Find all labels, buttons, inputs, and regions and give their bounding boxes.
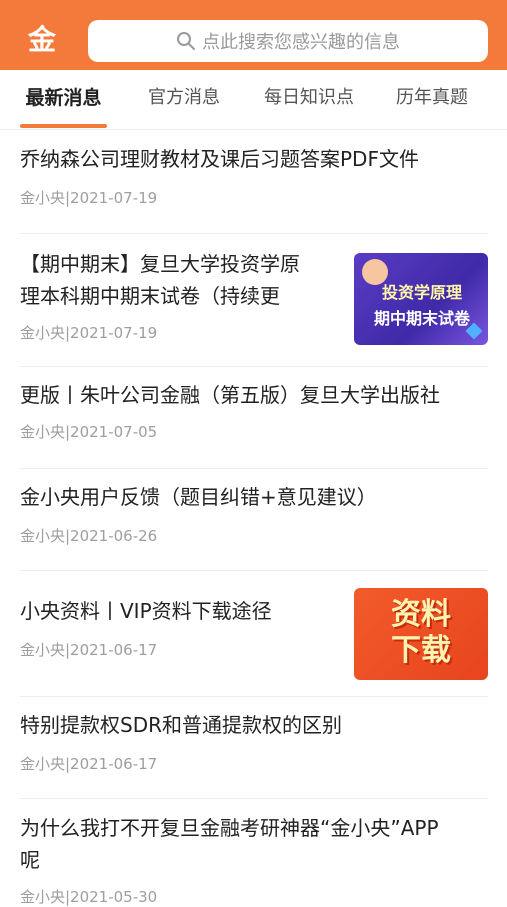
article-title: 更版丨朱叶公司金融（第五版）复旦大学出版社 [20, 383, 440, 407]
article-title: 乔纳森公司理财教材及课后习题答案PDF文件 [20, 147, 419, 171]
tab-official-news[interactable]: 官方消息 [140, 70, 228, 128]
search-icon [177, 32, 195, 50]
article-meta: 金小央|2021-06-26 [20, 527, 158, 545]
thumbnail-text-line2: 期中期末试卷 [373, 309, 470, 328]
divider [20, 233, 488, 234]
article-meta: 金小央|2021-05-30 [20, 888, 158, 906]
search-placeholder: 点此搜索您感兴趣的信息 [202, 32, 400, 53]
article-title: 金小央用户反馈（题目纠错+意见建议） [20, 485, 377, 509]
thumbnail-text-line1: 投资学原理 [381, 283, 462, 302]
article-title-line1: 为什么我打不开复旦金融考研神器“金小央”APP [20, 816, 439, 840]
list-item[interactable]: 为什么我打不开复旦金融考研神器“金小央”APP 呢 金小央|2021-05-30 [20, 812, 488, 907]
app-logo[interactable]: 金 [22, 20, 62, 60]
divider [20, 366, 488, 367]
article-title: 特别提款权SDR和普通提款权的区别 [20, 713, 342, 737]
tab-daily-knowledge[interactable]: 每日知识点 [256, 70, 362, 128]
tab-bar: 最新消息 官方消息 每日知识点 历年真题 [0, 70, 507, 130]
thumbnail-text-line1: 资料 [391, 597, 451, 632]
list-item[interactable]: 特别提款权SDR和普通提款权的区别 金小央|2021-06-17 [20, 709, 488, 774]
article-meta: 金小央|2021-07-19 [20, 189, 158, 207]
article-meta: 金小央|2021-06-17 [20, 755, 158, 773]
tab-latest-news[interactable]: 最新消息 [20, 70, 107, 128]
app-header: 金 点此搜索您感兴趣的信息 [0, 0, 507, 70]
tab-past-exams[interactable]: 历年真题 [388, 70, 476, 128]
divider [20, 798, 488, 799]
article-title-line2: 呢 [20, 848, 40, 872]
divider [20, 570, 488, 571]
search-bar[interactable]: 点此搜索您感兴趣的信息 [88, 20, 488, 62]
divider [20, 468, 488, 469]
divider [20, 696, 488, 697]
list-item[interactable]: 乔纳森公司理财教材及课后习题答案PDF文件 金小央|2021-07-19 [20, 143, 488, 208]
list-item[interactable]: 金小央用户反馈（题目纠错+意见建议） 金小央|2021-06-26 [20, 481, 488, 546]
article-thumbnail[interactable]: 资料 下载 [354, 588, 488, 680]
thumbnail-text-line2: 下载 [391, 633, 451, 668]
article-meta: 金小央|2021-07-05 [20, 423, 158, 441]
article-thumbnail[interactable]: 投资学原理 期中期末试卷 [354, 253, 488, 345]
active-tab-indicator [20, 124, 107, 128]
list-item[interactable]: 更版丨朱叶公司金融（第五版）复旦大学出版社 金小央|2021-07-05 [20, 379, 488, 442]
